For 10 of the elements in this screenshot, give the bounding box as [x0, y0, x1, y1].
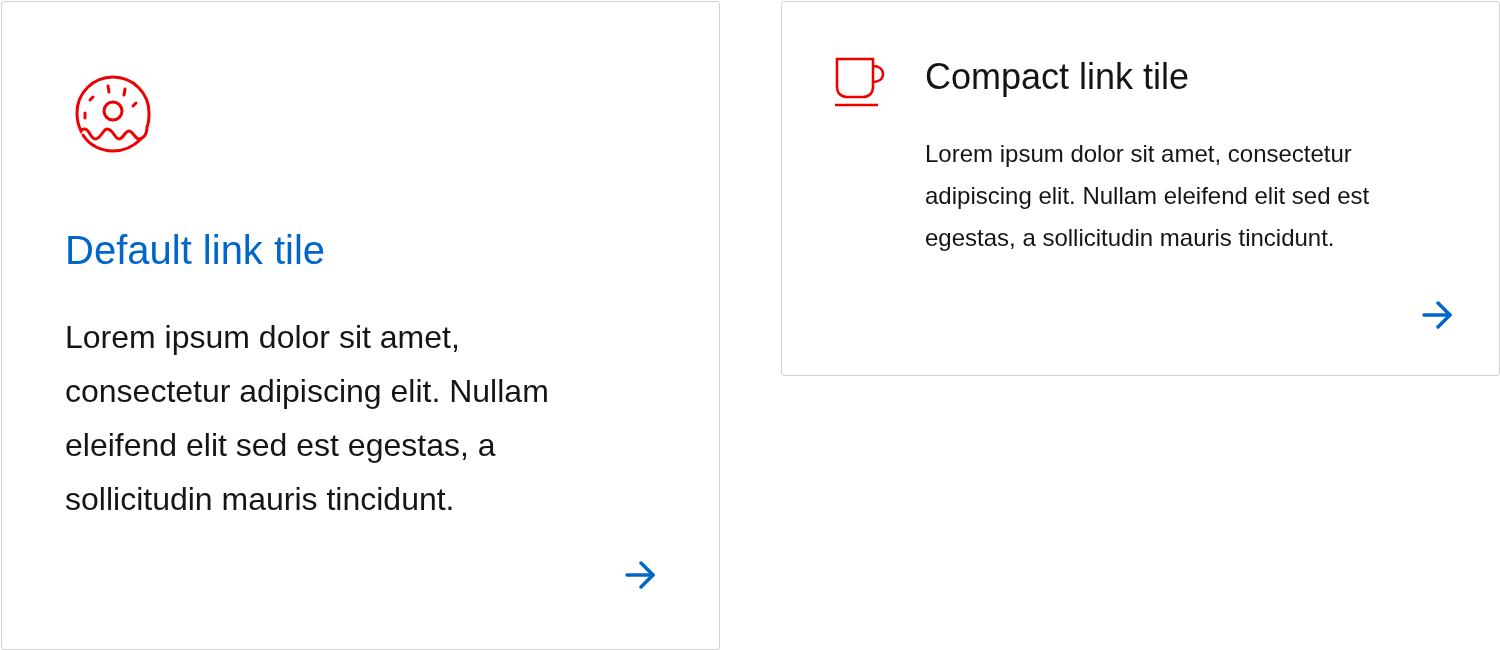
tile-description: Lorem ipsum dolor sit amet, consectetur adipiscing elit. Nullam eleifend elit sed est egestas, a sollicitudin mauris tincidunt. [65, 318, 550, 519]
tile-title: Default link tile [65, 228, 327, 272]
link-tile[interactable]: Compact link tile Lorem ipsum dolor sit amet, consectetur adipiscing elit. Nullam eleifend elit sed est egestas, a sollicitudin mauris tincidunt. [781, 1, 1500, 376]
mug-icon [835, 57, 885, 107]
arrow-right-icon [625, 561, 656, 589]
tile-title: Compact link tile [925, 55, 1191, 99]
arrow-right-icon [1422, 301, 1453, 329]
donut-icon [73, 73, 153, 153]
tile-description: Lorem ipsum dolor sit amet, consectetur adipiscing elit. Nullam eleifend elit sed est egestas, a sollicitudin mauris tincidunt. [925, 139, 1371, 253]
link-tile[interactable]: Default link tile Lorem ipsum dolor sit amet, consectetur adipiscing elit. Nullam eleifend elit sed est egestas, a sollicitudin mauris tincidunt. [1, 1, 720, 650]
